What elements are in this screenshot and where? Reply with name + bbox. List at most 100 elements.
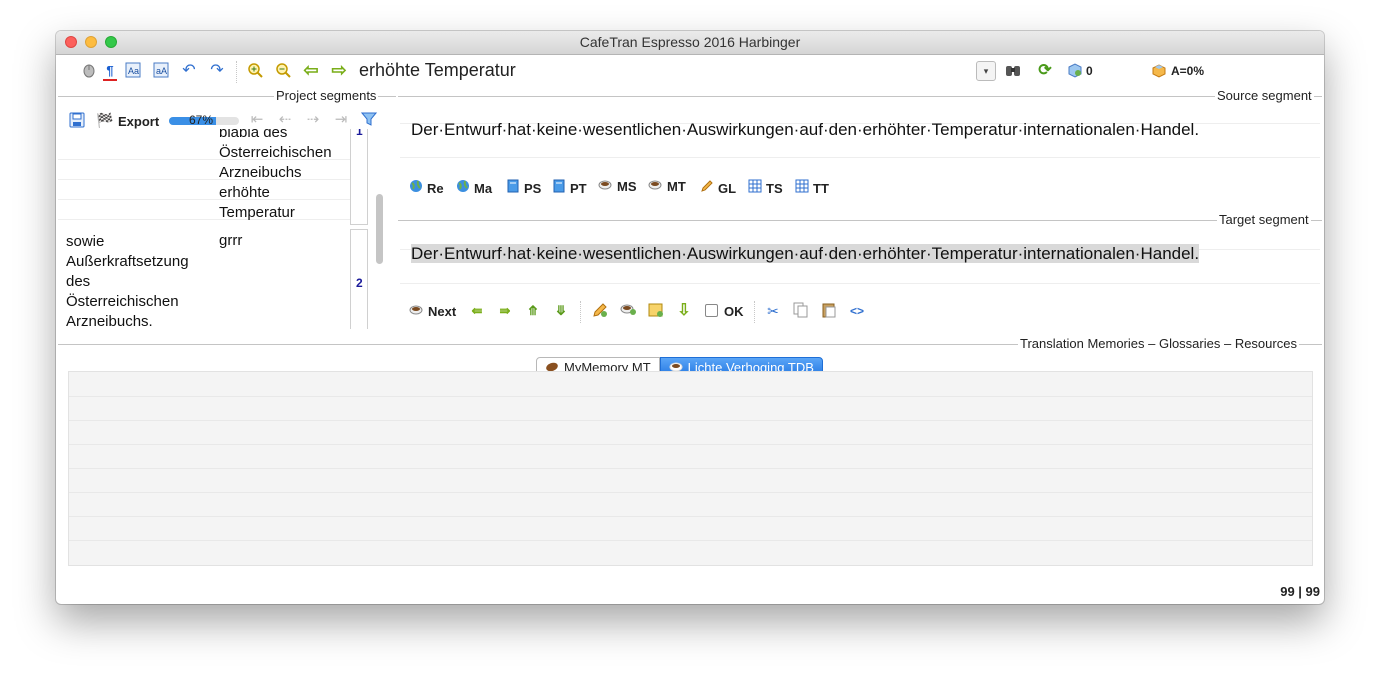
next-segment-icon[interactable]: ⇢ (304, 111, 322, 129)
auto-assembly-value: A=0% (1171, 64, 1205, 78)
resource-button-mt[interactable]: MT (648, 179, 686, 194)
zoom-in-icon[interactable] (246, 62, 264, 80)
svg-text:aA: aA (156, 66, 167, 76)
chevron-down-icon: ▾ (983, 66, 989, 76)
undo-icon[interactable]: ↶ (180, 62, 198, 80)
segment-1-target-line: erhöhte (219, 184, 270, 201)
project-segments-label: Project segments (274, 88, 379, 103)
segments-grid[interactable]: blabla des Österreichischen Arzneibuchs … (58, 129, 388, 329)
ok-checkbox[interactable]: OK (705, 304, 744, 319)
insert-source-icon[interactable]: ⇚ (468, 302, 486, 320)
resource-button-tt[interactable]: TT (794, 179, 829, 196)
globe-icon (408, 179, 423, 196)
arrow-left-icon[interactable]: ⇦ (302, 61, 320, 79)
edit-pencil-icon[interactable] (591, 302, 609, 320)
copy-icon[interactable] (792, 302, 810, 320)
resource-button-ms[interactable]: MS (598, 179, 637, 194)
table-icon (794, 179, 809, 196)
segment-1-target-line: Arzneibuchs (219, 164, 302, 181)
resource-button-ts[interactable]: TS (747, 179, 783, 196)
add-term-icon[interactable] (647, 302, 665, 320)
segment-1-target-line: Österreichischen (219, 144, 332, 161)
pilcrow-icon[interactable]: ¶ (101, 62, 119, 81)
current-term: erhöhte Temperatur (359, 60, 516, 80)
progress-text: 67% (189, 113, 214, 127)
minimize-window-button[interactable] (85, 36, 97, 48)
segment-2-number: 2 (356, 276, 363, 290)
auto-assembly-icon[interactable] (1150, 62, 1168, 80)
target-segment-label: Target segment (1217, 212, 1311, 227)
zoom-out-icon[interactable] (274, 62, 292, 80)
term-dropdown[interactable]: ▾ (976, 61, 996, 81)
grid-line (69, 444, 1312, 445)
grid-line (69, 396, 1312, 397)
bottom-panel-label: Translation Memories – Glossaries – Reso… (1018, 336, 1299, 351)
segment-2-source-line: sowie (66, 233, 105, 250)
mouse-icon[interactable] (80, 62, 98, 80)
segment-count: 99 | 99 (1280, 584, 1320, 599)
arrow-down-icon[interactable]: ⇩ (675, 302, 693, 320)
filter-icon[interactable] (360, 111, 378, 129)
toolbar-separator (754, 301, 756, 323)
title-bar: CafeTran Espresso 2016 Harbinger (56, 31, 1324, 55)
collapse-icon[interactable]: ⤋ (552, 302, 570, 320)
segments-scrollbar[interactable] (376, 194, 383, 264)
add-tm-icon[interactable] (619, 302, 637, 320)
segment-2-target: grrr (219, 232, 243, 249)
resource-button-re[interactable]: Re (408, 179, 444, 196)
tags-icon[interactable]: <> (848, 302, 866, 320)
pencil-icon (699, 179, 714, 196)
target-segment-editor[interactable]: Der·Entwurf·hat·keine·wesentlichen·Auswi… (411, 244, 1200, 264)
flag-icon: 🏁 (96, 112, 114, 128)
book-icon (551, 179, 566, 196)
segment-2-source-line: Außerkraftsetzung (66, 253, 189, 270)
grid-line (69, 516, 1312, 517)
prev-segment-icon[interactable]: ⇠ (276, 111, 294, 129)
first-segment-icon[interactable]: ⇤ (248, 111, 266, 129)
grid-line (69, 420, 1312, 421)
sync-icon[interactable]: ⟳ (1036, 62, 1054, 80)
tm-count: 0 (1086, 64, 1093, 78)
redo-icon[interactable]: ↷ (208, 62, 226, 80)
last-segment-icon[interactable]: ⇥ (332, 111, 350, 129)
app-window: CafeTran Espresso 2016 Harbinger ¶ Aa aA… (56, 31, 1324, 604)
scissors-icon[interactable]: ✂ (764, 302, 782, 320)
checkbox-icon (705, 304, 718, 317)
segment-1-target-line: blabla des (219, 129, 288, 141)
binoculars-icon[interactable] (1004, 62, 1022, 80)
grid-line (69, 492, 1312, 493)
next-button[interactable]: Next (409, 304, 456, 319)
segment-2-source-line: Arzneibuchs. (66, 313, 153, 329)
coffee-icon (598, 179, 613, 194)
grid-line (69, 540, 1312, 541)
resource-button-ma[interactable]: Ma (455, 179, 492, 196)
maximize-window-button[interactable] (105, 36, 117, 48)
resource-button-ps[interactable]: PS (505, 179, 541, 196)
expand-icon[interactable]: ⤊ (524, 302, 542, 320)
tm-results-area[interactable] (68, 371, 1313, 566)
segment-1-number: 1 (356, 129, 363, 138)
copy-source-icon[interactable]: ⇛ (496, 302, 514, 320)
segment-1-number-cell (350, 129, 368, 225)
row-line (400, 157, 1320, 158)
source-segment-text[interactable]: Der·Entwurf·hat·keine·wesentlichen·Auswi… (411, 120, 1199, 140)
toolbar-separator (580, 301, 582, 323)
resource-button-pt[interactable]: PT (551, 179, 587, 196)
font-b-icon[interactable]: aA (152, 62, 170, 80)
font-a-icon[interactable]: Aa (124, 62, 142, 80)
export-button[interactable]: Export (118, 114, 159, 129)
table-icon (747, 179, 762, 196)
grid-line (69, 468, 1312, 469)
save-icon[interactable] (68, 112, 86, 130)
book-icon (505, 179, 520, 196)
resource-button-gl[interactable]: GL (699, 179, 736, 196)
svg-text:Aa: Aa (128, 66, 139, 76)
tm-icon[interactable] (1066, 62, 1084, 80)
close-window-button[interactable] (65, 36, 77, 48)
row-line (400, 283, 1320, 284)
coffee-icon (648, 179, 663, 194)
arrow-right-icon[interactable]: ⇨ (330, 61, 348, 79)
paste-icon[interactable] (820, 302, 838, 320)
segment-2-source-line: Österreichischen (66, 293, 179, 310)
target-segment-divider (398, 220, 1322, 221)
